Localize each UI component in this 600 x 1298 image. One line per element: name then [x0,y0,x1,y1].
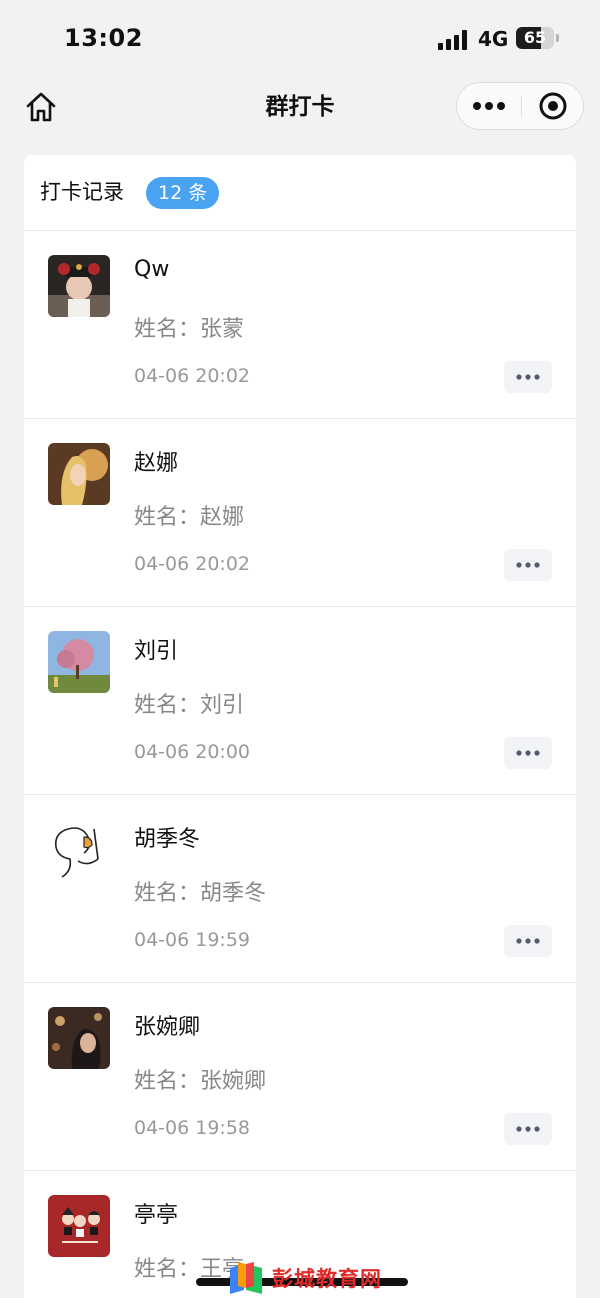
record-item[interactable]: 胡季冬 姓名：胡季冬 04-06 19:59 [24,795,576,983]
more-horizontal-icon [516,750,540,756]
record-more-button[interactable] [504,925,552,957]
avatar[interactable] [48,255,110,317]
avatar-photo-icon [48,255,110,317]
avatar[interactable] [48,1007,110,1069]
signal-strength-icon [438,30,467,50]
card-title: 打卡记录 [40,180,124,204]
watermark-text: 彭城教育网 [272,1266,382,1291]
record-name-field: 姓名：胡季冬 [134,875,266,907]
book-logo-icon [230,1262,262,1294]
record-nickname: 胡季冬 [134,827,201,852]
record-name-field: 姓名：张婉卿 [134,1063,266,1095]
avatar[interactable] [48,819,110,881]
record-item[interactable]: 张婉卿 姓名：张婉卿 04-06 19:58 [24,983,576,1171]
status-bar: 13:02 4G 65 [0,0,600,76]
avatar-illustration-icon [48,1195,110,1257]
field-value: 胡季冬 [200,881,267,906]
target-circle-icon [539,92,567,120]
field-value: 张蒙 [200,317,245,342]
record-more-button[interactable] [504,1113,552,1145]
record-name-field: 姓名：张蒙 [134,311,244,343]
field-label: 姓名： [134,1069,201,1094]
watermark: 彭城教育网 [226,1258,398,1298]
field-value: 张婉卿 [200,1069,267,1094]
avatar[interactable] [48,631,110,693]
field-label: 姓名： [134,505,201,530]
avatar[interactable] [48,443,110,505]
battery-percentage: 65 [523,28,547,47]
record-time: 04-06 20:00 [134,741,251,763]
capsule-more-button[interactable] [457,83,521,129]
battery-tip [556,34,559,42]
record-nickname: 刘引 [134,639,179,664]
avatar-photo-icon [48,1007,110,1069]
field-label: 姓名： [134,881,201,906]
record-nickname: Qw [134,257,170,282]
record-more-button[interactable] [504,549,552,581]
record-name-field: 姓名：赵娜 [134,499,244,531]
field-value: 赵娜 [200,505,245,530]
more-horizontal-icon [516,1126,540,1132]
record-name-field: 姓名：刘引 [134,687,244,719]
record-item[interactable]: 刘引 姓名：刘引 04-06 20:00 [24,607,576,795]
record-more-button[interactable] [504,361,552,393]
more-horizontal-icon [473,102,505,110]
card-header: 打卡记录 12 条 [24,155,576,231]
avatar-sketch-icon [48,819,110,881]
avatar-photo-icon [48,443,110,505]
more-horizontal-icon [516,374,540,380]
avatar[interactable] [48,1195,110,1257]
battery-icon: 65 [516,27,554,49]
record-item[interactable]: 赵娜 姓名：赵娜 04-06 20:02 [24,419,576,607]
record-time: 04-06 20:02 [134,553,251,575]
record-nickname: 亭亭 [134,1203,179,1228]
status-time: 13:02 [64,24,143,52]
record-time: 04-06 19:58 [134,1117,251,1139]
field-label: 姓名： [134,1257,201,1282]
record-count-badge: 12 条 [146,177,220,209]
field-value: 刘引 [200,693,245,718]
navigation-bar: 群打卡 [0,76,600,138]
field-label: 姓名： [134,317,201,342]
more-horizontal-icon [516,938,540,944]
capsule-close-button[interactable] [522,83,584,129]
more-horizontal-icon [516,562,540,568]
record-time: 04-06 20:02 [134,365,251,387]
record-time: 04-06 19:59 [134,929,251,951]
checkin-record-card: 打卡记录 12 条 Qw 姓名：张蒙 04-06 20:02 赵娜 姓名：赵娜 … [24,155,576,1298]
network-type: 4G [478,27,509,51]
record-item[interactable]: Qw 姓名：张蒙 04-06 20:02 [24,231,576,419]
record-nickname: 赵娜 [134,451,179,476]
record-nickname: 张婉卿 [134,1015,201,1040]
record-more-button[interactable] [504,737,552,769]
avatar-landscape-icon [48,631,110,693]
field-label: 姓名： [134,693,201,718]
mini-program-capsule [456,82,584,130]
